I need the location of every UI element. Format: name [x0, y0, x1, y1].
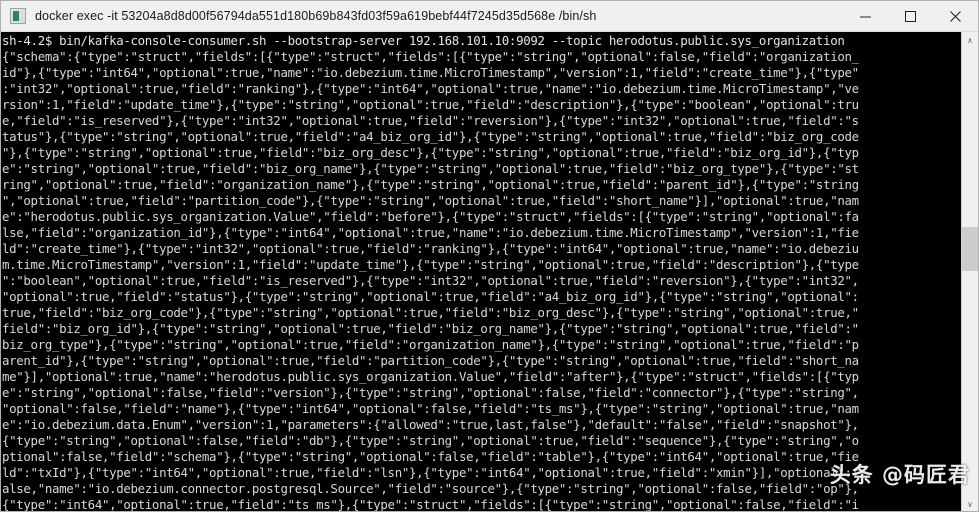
terminal-output-line: alse,"name":"io.debezium.connector.postg… — [2, 481, 859, 496]
terminal-output-line: ","optional":true,"field":"partition_cod… — [2, 193, 859, 208]
terminal-output-line: ptional":false,"field":"schema"},{"type"… — [2, 449, 859, 464]
terminal-output-line: ":"boolean","optional":true,"field":"is_… — [2, 273, 859, 288]
terminal-output-line: {"type":"int64","optional":true,"field":… — [2, 497, 859, 512]
terminal-output-line: rsion":1,"field":"update_time"},{"type":… — [2, 97, 859, 112]
terminal-body: sh-4.2$ bin/kafka-console-consumer.sh --… — [1, 32, 978, 512]
scroll-up-arrow[interactable]: ∧ — [962, 32, 978, 49]
terminal-output[interactable]: sh-4.2$ bin/kafka-console-consumer.sh --… — [1, 32, 961, 512]
terminal-output-line: field":"biz_org_id"},{"type":"string","o… — [2, 321, 859, 336]
terminal-output-line: e":"io.debezium.data.Enum","version":1,"… — [2, 417, 859, 432]
terminal-output-line: "},{"type":"string","optional":true,"fie… — [2, 145, 859, 160]
terminal-output-line: {"schema":{"type":"struct","fields":[{"t… — [2, 49, 859, 64]
terminal-output-line: {"type":"string","optional":false,"field… — [2, 433, 859, 448]
terminal-icon — [10, 8, 26, 24]
terminal-output-line: tatus"},{"type":"string","optional":true… — [2, 129, 859, 144]
terminal-output-line: :"int32","optional":true,"field":"rankin… — [2, 81, 859, 96]
terminal-output-line: "optional":false,"field":"name"},{"type"… — [2, 401, 859, 416]
terminal-output-line: e,"field":"is_reserved"},{"type":"int32"… — [2, 113, 859, 128]
terminal-output-line: ring","optional":true,"field":"organizat… — [2, 177, 859, 192]
terminal-output-line: e":"string","optional":true,"field":"biz… — [2, 161, 859, 176]
minimize-button[interactable] — [843, 1, 888, 31]
terminal-output-line: m.time.MicroTimestamp","version":1,"fiel… — [2, 257, 859, 272]
terminal-output-line: id"},{"type":"int64","optional":true,"na… — [2, 65, 859, 80]
scrollbar-track[interactable] — [962, 49, 978, 496]
terminal-output-line: lse,"field":"organization_id"},{"type":"… — [2, 225, 859, 240]
terminal-output-line: arent_id"},{"type":"string","optional":t… — [2, 353, 859, 368]
terminal-command-line: sh-4.2$ bin/kafka-console-consumer.sh --… — [2, 33, 845, 48]
terminal-output-line: e":"string","optional":false,"field":"ve… — [2, 385, 859, 400]
window-controls — [843, 1, 978, 31]
scroll-down-arrow[interactable]: ∨ — [962, 496, 978, 511]
terminal-output-line: "optional":true,"field":"status"},{"type… — [2, 289, 859, 304]
terminal-output-line: ld":"txId"},{"type":"int64","optional":t… — [2, 465, 859, 480]
maximize-button[interactable] — [888, 1, 933, 31]
vertical-scrollbar[interactable]: ∧ ∨ — [961, 32, 978, 511]
terminal-window: docker exec -it 53204a8d8d00f56794da551d… — [0, 0, 979, 512]
terminal-output-line: true,"field":"biz_org_code"},{"type":"st… — [2, 305, 859, 320]
window-titlebar[interactable]: docker exec -it 53204a8d8d00f56794da551d… — [1, 1, 978, 32]
scrollbar-thumb[interactable] — [962, 227, 978, 271]
terminal-output-line: biz_org_type"},{"type":"string","optiona… — [2, 337, 859, 352]
close-button[interactable] — [933, 1, 978, 31]
terminal-output-line: ld":"create_time"},{"type":"int32","opti… — [2, 241, 859, 256]
terminal-output-line: me"}],"optional":true,"name":"herodotus.… — [2, 369, 859, 384]
window-title: docker exec -it 53204a8d8d00f56794da551d… — [35, 9, 597, 23]
terminal-output-line: e":"herodotus.public.sys_organization.Va… — [2, 209, 859, 224]
